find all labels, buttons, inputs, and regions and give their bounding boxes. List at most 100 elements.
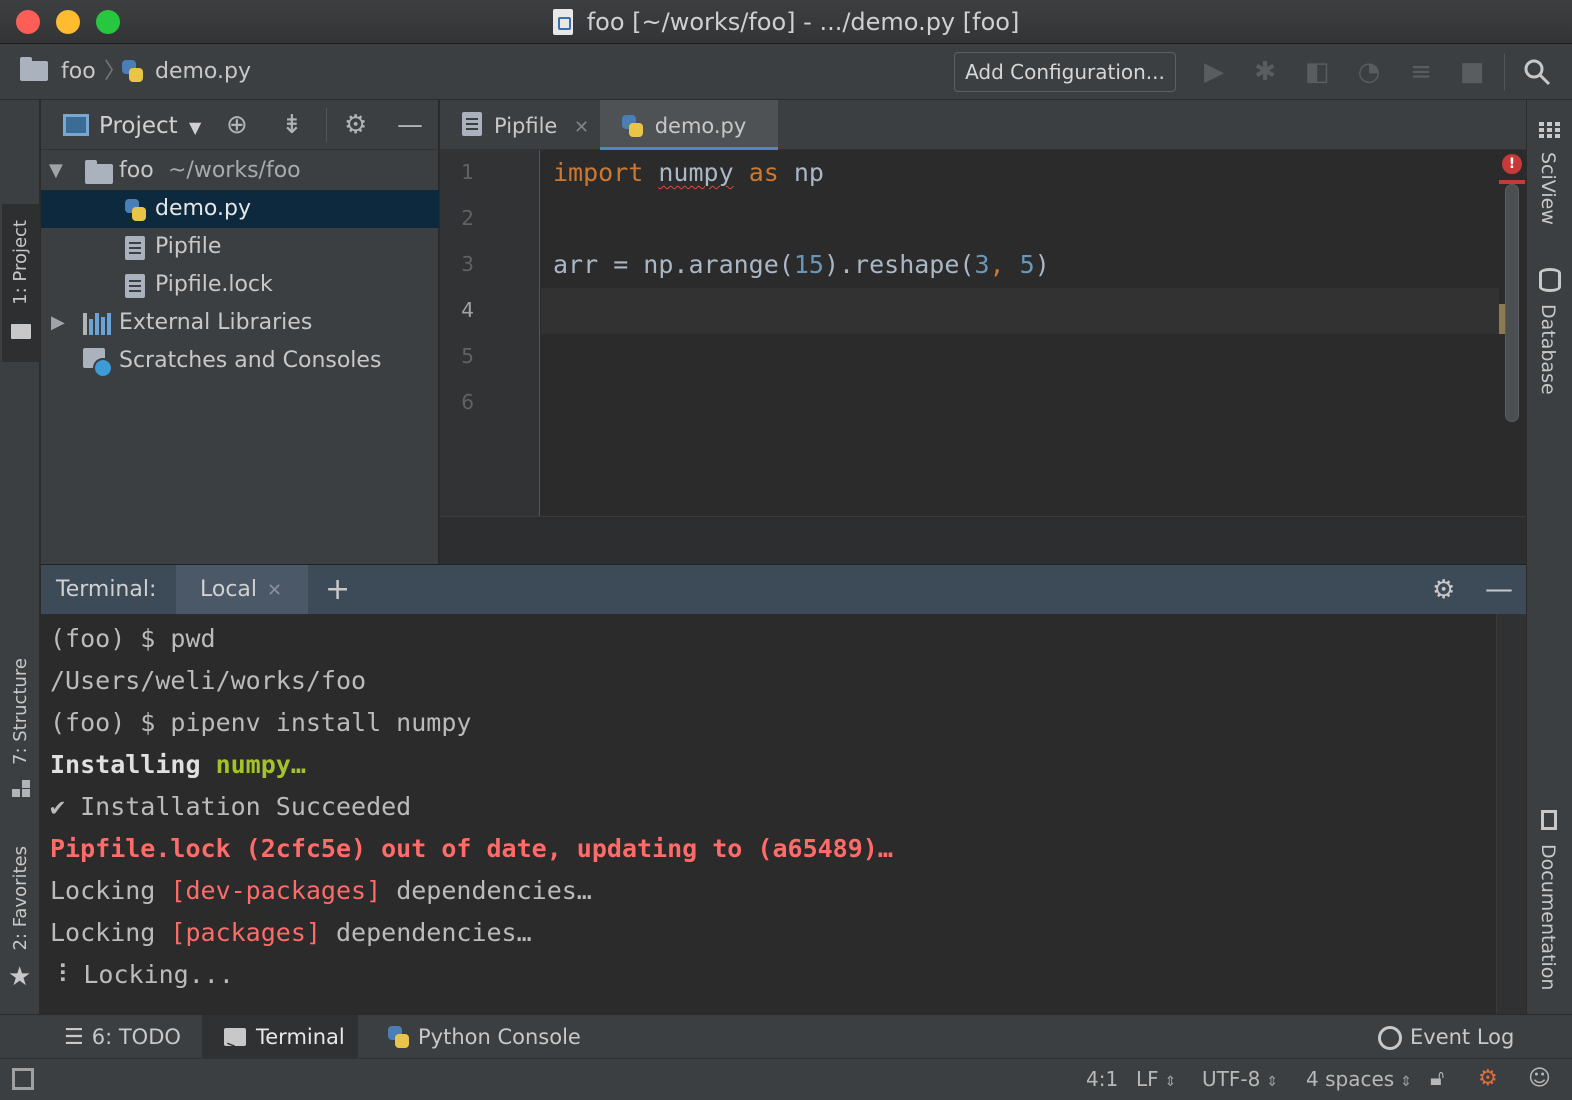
tree-item-pipfile[interactable]: Pipfile (41, 228, 439, 266)
tool-tab-favorites[interactable]: 2: Favorites (10, 846, 31, 951)
terminal-icon (224, 1024, 246, 1068)
tool-tab-terminal[interactable]: Terminal (202, 1015, 358, 1068)
status-bar: 4:1 LF ⇕ UTF-8 ⇕ 4 spaces ⇕ 🔓︎ ⚙ ☺ (0, 1058, 1572, 1100)
error-indicator-icon[interactable]: ! (1502, 154, 1522, 174)
close-tab-icon[interactable]: ✕ (267, 580, 282, 601)
python-console-icon (386, 1025, 410, 1049)
tool-tab-database[interactable]: Database (1537, 304, 1559, 395)
right-tool-stripe: SciView Database Documentation (1526, 100, 1572, 1014)
tool-tab-project[interactable]: 1: Project (2, 204, 40, 362)
run-with-coverage-icon[interactable]: ◧ (1303, 58, 1331, 86)
up-down-arrows-icon: ⇕ (1164, 1074, 1177, 1090)
current-line-highlight (541, 288, 1499, 334)
editor-tab-demo-py[interactable]: demo.py ✕ (600, 100, 778, 190)
inspector-icon[interactable]: ☺ (1528, 1059, 1551, 1099)
window-title: foo [~/works/foo] - .../demo.py [foo] (0, 0, 1572, 44)
breadcrumb-file[interactable]: demo.py (120, 44, 251, 100)
line-separator-selector[interactable]: LF ⇕ (1136, 1059, 1176, 1100)
tool-tab-structure[interactable]: 7: Structure (10, 658, 31, 765)
editor-scrollbar[interactable] (1505, 184, 1519, 422)
list-icon: ☰ (64, 1025, 84, 1050)
database-icon (1539, 268, 1561, 292)
terminal-line: /Users/weli/works/foo (50, 666, 367, 695)
terminal-label: Terminal: (56, 577, 157, 602)
collapsed-triangle-icon: ▶ (51, 312, 65, 333)
tool-tab-python-console[interactable]: Python Console (386, 1015, 581, 1059)
terminal-tab-local[interactable]: Local ✕ (176, 565, 308, 615)
python-file-icon (123, 198, 147, 222)
tool-tab-event-log[interactable]: Event Log (1378, 1015, 1514, 1059)
tree-item-external-libraries[interactable]: ▶ External Libraries (41, 304, 439, 342)
tree-item-pipfile-lock[interactable]: Pipfile.lock (41, 266, 439, 304)
tree-item-demo-py[interactable]: demo.py (41, 190, 439, 228)
expanded-triangle-icon: ▼ (49, 160, 63, 181)
line-number: 1 (461, 160, 474, 184)
power-save-icon[interactable]: ⚙ (1478, 1059, 1498, 1099)
debug-icon[interactable]: ✱ (1251, 58, 1279, 86)
encoding-selector[interactable]: UTF-8 ⇕ (1202, 1059, 1278, 1100)
add-configuration-button[interactable]: Add Configuration... (954, 52, 1176, 92)
concurrency-icon[interactable]: ≡ (1407, 58, 1435, 86)
line-number: 6 (461, 390, 474, 414)
editor-tab-bar: Pipfile ✕ demo.py ✕ (440, 100, 1526, 190)
speech-bubble-icon (1378, 1026, 1402, 1050)
lock-icon[interactable]: 🔓︎ (1430, 1059, 1444, 1099)
collapse-all-icon[interactable]: ⇟ (281, 100, 303, 150)
locate-file-icon[interactable]: ⊕ (226, 100, 248, 150)
breadcrumb-project[interactable]: foo (20, 44, 96, 100)
structure-icon (12, 780, 30, 798)
run-icon[interactable]: ▶ (1200, 58, 1228, 86)
terminal-line: Installing numpy… (50, 750, 306, 779)
terminal-output[interactable]: (foo) $ pwd /Users/weli/works/foo (foo) … (41, 614, 1496, 1014)
line-number-gutter: 1 2 3 4 5 6 (440, 150, 540, 516)
tree-item-scratches[interactable]: Scratches and Consoles (41, 342, 439, 380)
sciview-icon (1539, 122, 1561, 140)
terminal-line: (foo) $ pipenv install numpy (50, 708, 472, 737)
star-icon: ★ (8, 962, 32, 992)
terminal-line: ✔ Installation Succeeded (50, 792, 412, 821)
editor-tab-pipfile[interactable]: Pipfile ✕ (440, 100, 598, 150)
left-tool-stripe: 1: Project 7: Structure 2: Favorites ★ (0, 100, 40, 1014)
line-number: 5 (461, 344, 474, 368)
caret-position[interactable]: 4:1 (1086, 1059, 1118, 1099)
stop-icon[interactable]: ■ (1458, 58, 1486, 86)
terminal-line: ⠸ Locking... (50, 960, 234, 989)
bottom-tool-window-bar: ☰6: TODO Terminal Python Console Event L… (0, 1014, 1572, 1068)
tree-item-foo[interactable]: ▼ foo ~/works/foo (41, 152, 439, 190)
terminal-scrollbar[interactable] (1496, 614, 1526, 1014)
new-terminal-icon[interactable]: + (325, 565, 350, 615)
up-down-arrows-icon: ⇕ (1400, 1074, 1412, 1090)
terminal-line: (foo) $ pwd (50, 624, 216, 653)
document-icon (552, 9, 573, 35)
gear-icon[interactable]: ⚙ (344, 100, 367, 150)
line-number-current: 4 (461, 298, 474, 322)
terminal-line: Locking [packages] dependencies… (50, 918, 532, 947)
toggle-tool-windows-icon[interactable] (12, 1068, 34, 1090)
close-tab-icon[interactable]: ✕ (574, 117, 589, 138)
chevron-down-icon: ▼ (189, 118, 202, 137)
title-bar: foo [~/works/foo] - .../demo.py [foo] (0, 0, 1572, 44)
indent-selector[interactable]: 4 spaces ⇕ (1306, 1059, 1412, 1100)
header-divider (326, 108, 327, 142)
project-view-icon (63, 114, 89, 136)
text-file-icon (125, 274, 145, 298)
line-number: 2 (461, 206, 474, 230)
terminal-line: Locking [dev-packages] dependencies… (50, 876, 592, 905)
hide-panel-icon[interactable]: — (1485, 565, 1513, 613)
tool-tab-sciview[interactable]: SciView (1537, 152, 1559, 225)
folder-icon (85, 160, 113, 184)
tool-tab-documentation[interactable]: Documentation (1537, 844, 1559, 990)
search-icon[interactable] (1523, 58, 1551, 86)
hide-panel-icon[interactable]: — (397, 100, 423, 150)
clock-icon (93, 358, 113, 378)
library-icon (83, 313, 111, 335)
up-down-arrows-icon: ⇕ (1266, 1074, 1279, 1090)
gear-icon[interactable]: ⚙ (1432, 565, 1455, 615)
terminal-line: Pipfile.lock (2cfc5e) out of date, updat… (50, 834, 893, 863)
line-number: 3 (461, 252, 474, 276)
project-view-selector[interactable]: Project ▼ (99, 100, 201, 154)
documentation-icon (1541, 810, 1557, 830)
tool-tab-todo[interactable]: ☰ 6: TODO (64, 1015, 181, 1059)
pipfile-icon (462, 112, 482, 136)
profile-icon[interactable]: ◔ (1355, 58, 1383, 86)
